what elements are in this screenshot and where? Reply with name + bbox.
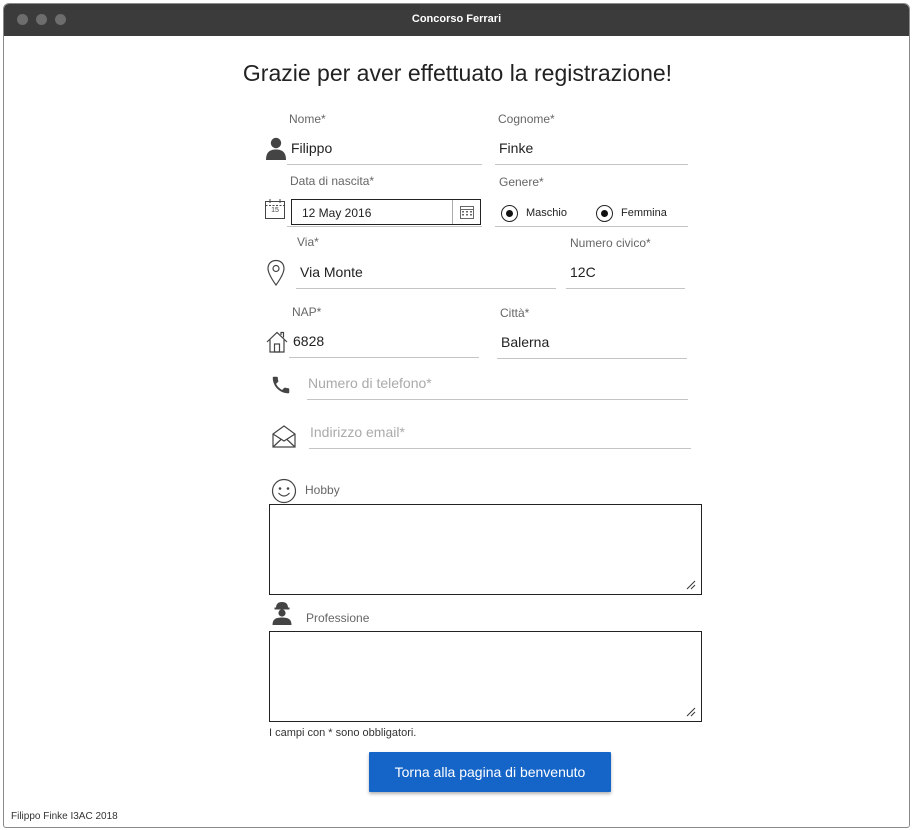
numero-civico-input[interactable]: 12C — [570, 264, 596, 280]
smiley-icon — [271, 478, 297, 504]
calendar-picker-icon — [460, 205, 474, 219]
required-fields-note: I campi con * sono obbligatori. — [269, 727, 417, 739]
nap-input[interactable]: 6828 — [293, 333, 324, 349]
phone-icon — [270, 374, 292, 396]
citta-input[interactable]: Balerna — [501, 334, 549, 350]
professione-textarea[interactable] — [269, 631, 702, 722]
data-nascita-value: 12 May 2016 — [302, 206, 372, 220]
femmina-radio-dot — [600, 209, 608, 217]
telefono-input[interactable]: Numero di telefono* — [308, 375, 432, 391]
envelope-icon — [271, 423, 297, 449]
hobby-label: Hobby — [305, 483, 340, 497]
via-label: Via* — [297, 235, 319, 249]
back-to-welcome-button[interactable]: Torna alla pagina di benvenuto — [369, 752, 611, 792]
data-nascita-input[interactable]: 12 May 2016 — [291, 199, 481, 225]
professione-label: Professione — [306, 611, 370, 625]
via-underline — [296, 288, 556, 289]
cognome-underline — [495, 164, 688, 165]
resize-grip-icon[interactable] — [686, 707, 696, 717]
femmina-radio[interactable] — [596, 205, 613, 222]
telefono-underline — [307, 399, 688, 400]
nome-underline — [287, 164, 482, 165]
location-pin-icon — [266, 259, 286, 287]
worker-icon — [271, 600, 293, 626]
window-title: Concorso Ferrari — [411, 13, 502, 25]
nap-underline — [289, 357, 479, 358]
email-underline — [309, 448, 691, 449]
nap-label: NAP* — [292, 305, 322, 319]
home-icon — [265, 330, 289, 354]
resize-grip-icon[interactable] — [686, 580, 696, 590]
numero-civico-underline — [566, 288, 685, 289]
via-input[interactable]: Via Monte — [300, 264, 363, 280]
nome-input[interactable]: Filippo — [291, 140, 332, 156]
calendar-picker-button[interactable] — [452, 200, 480, 224]
data-nascita-label: Data di nascita* — [290, 174, 375, 188]
footer-credit: Filippo Finke I3AC 2018 — [11, 811, 118, 822]
app-window: Concorso Ferrari Grazie per aver effettu… — [3, 3, 910, 828]
numero-civico-label: Numero civico* — [570, 236, 651, 250]
femmina-label[interactable]: Femmina — [621, 207, 667, 219]
person-icon — [265, 137, 287, 161]
cognome-label: Cognome* — [498, 112, 555, 126]
calendar-day-number: 15 — [271, 207, 279, 214]
data-nascita-underline — [287, 226, 482, 227]
title-bar: Concorso Ferrari — [4, 4, 909, 36]
maschio-radio[interactable] — [501, 205, 518, 222]
email-input[interactable]: Indirizzo email* — [310, 424, 405, 440]
citta-underline — [497, 358, 687, 359]
citta-label: Città* — [500, 306, 530, 320]
maschio-label[interactable]: Maschio — [526, 207, 567, 219]
genere-label: Genere* — [499, 175, 544, 189]
page-heading: Grazie per aver effettuato la registrazi… — [242, 60, 673, 86]
maschio-radio-dot — [505, 209, 513, 217]
nome-label: Nome* — [289, 112, 326, 126]
genere-underline — [495, 226, 688, 227]
hobby-textarea[interactable] — [269, 504, 702, 595]
cognome-input[interactable]: Finke — [499, 140, 533, 156]
